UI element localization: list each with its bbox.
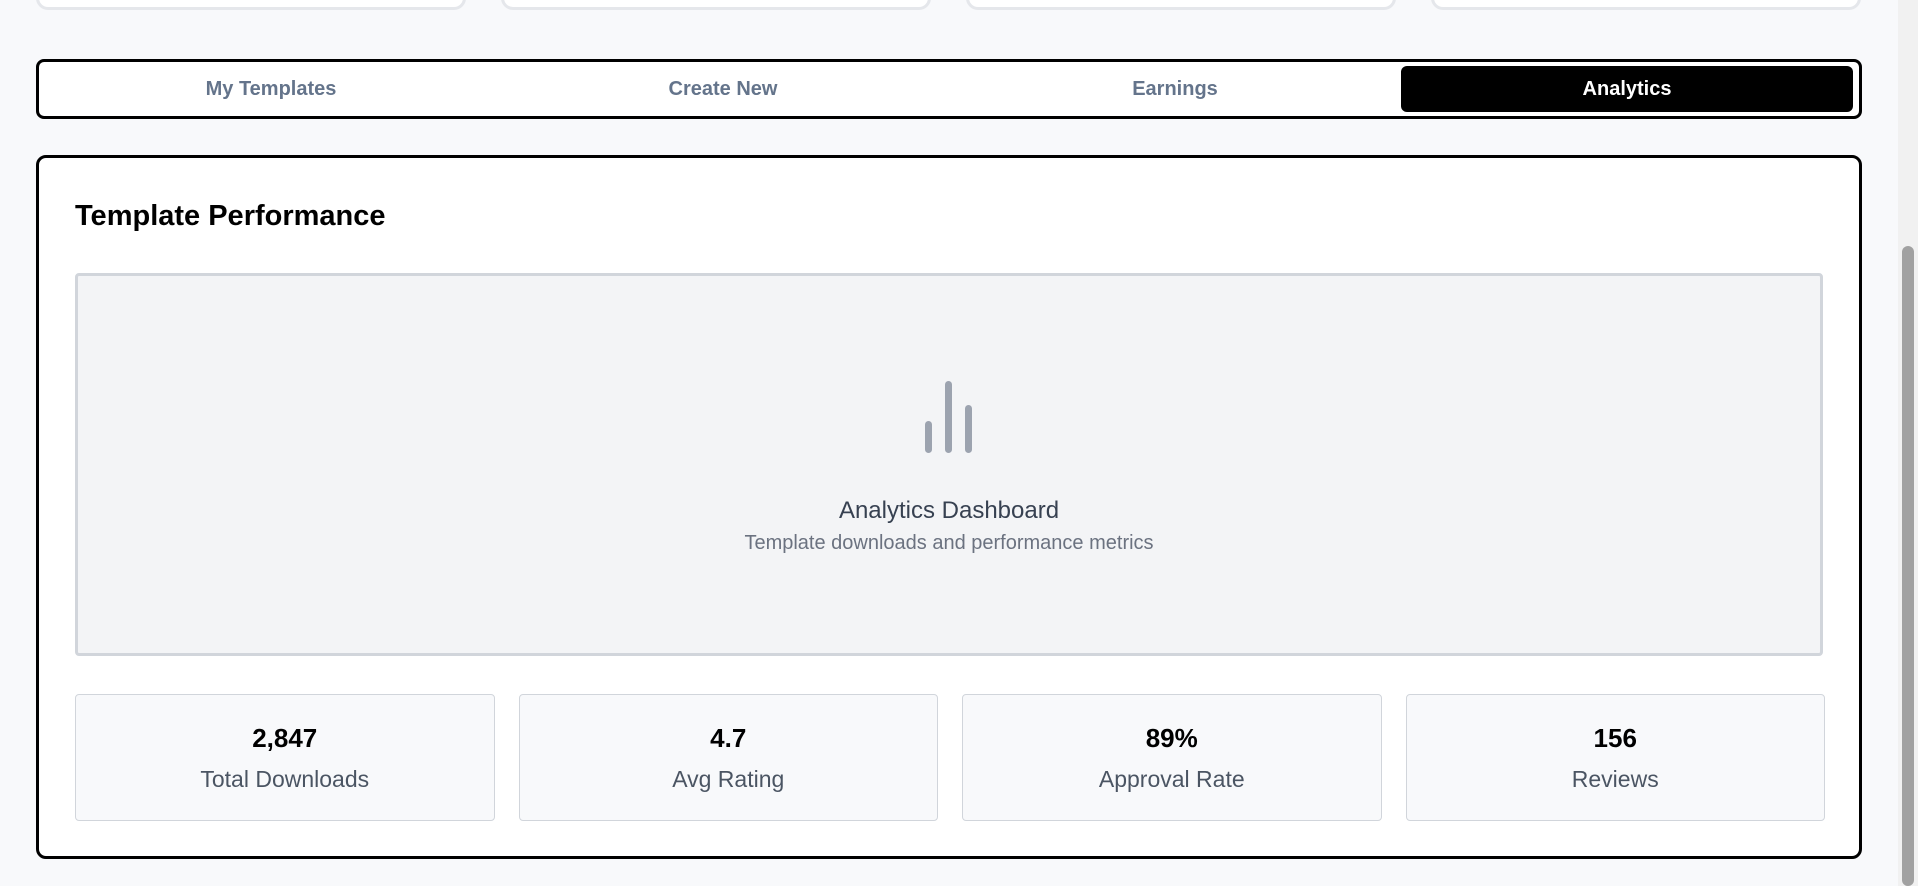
- stat-card-avg-rating: 4.7 Avg Rating: [518, 694, 938, 821]
- summary-card: [36, 0, 466, 10]
- template-performance-panel: Template Performance Analytics Dashboard…: [36, 155, 1862, 859]
- stat-label: Approval Rate: [1098, 765, 1245, 792]
- vertical-scrollbar[interactable]: [1898, 0, 1918, 886]
- tab-earnings[interactable]: Earnings: [949, 66, 1401, 112]
- summary-card: [966, 0, 1396, 10]
- stat-value: 4.7: [710, 722, 747, 753]
- stat-value: 89%: [1145, 722, 1198, 753]
- summary-card: [1431, 0, 1861, 10]
- tab-create-new[interactable]: Create New: [497, 66, 949, 112]
- stat-card-approval-rate: 89% Approval Rate: [962, 694, 1382, 821]
- summary-card: [501, 0, 931, 10]
- stat-label: Reviews: [1571, 765, 1659, 792]
- page: My Templates Create New Earnings Analyti…: [0, 0, 1918, 886]
- stat-value: 2,847: [252, 722, 318, 753]
- stat-card-reviews: 156 Reviews: [1405, 694, 1825, 821]
- bar-chart-icon: [925, 381, 972, 453]
- scrollbar-thumb[interactable]: [1902, 246, 1914, 886]
- tab-analytics[interactable]: Analytics: [1401, 66, 1853, 112]
- placeholder-subtitle: Template downloads and performance metri…: [744, 532, 1154, 554]
- stats-row: 2,847 Total Downloads 4.7 Avg Rating 89%…: [75, 694, 1825, 821]
- stat-label: Total Downloads: [200, 765, 370, 792]
- stat-label: Avg Rating: [672, 765, 785, 792]
- tab-my-templates[interactable]: My Templates: [45, 66, 497, 112]
- panel-title: Template Performance: [75, 200, 386, 232]
- placeholder-title: Analytics Dashboard: [838, 497, 1060, 524]
- top-summary-cards: [36, 0, 1861, 10]
- tab-bar: My Templates Create New Earnings Analyti…: [36, 59, 1862, 119]
- stat-card-total-downloads: 2,847 Total Downloads: [75, 694, 495, 821]
- analytics-placeholder: Analytics Dashboard Template downloads a…: [75, 273, 1823, 656]
- stat-value: 156: [1593, 722, 1637, 753]
